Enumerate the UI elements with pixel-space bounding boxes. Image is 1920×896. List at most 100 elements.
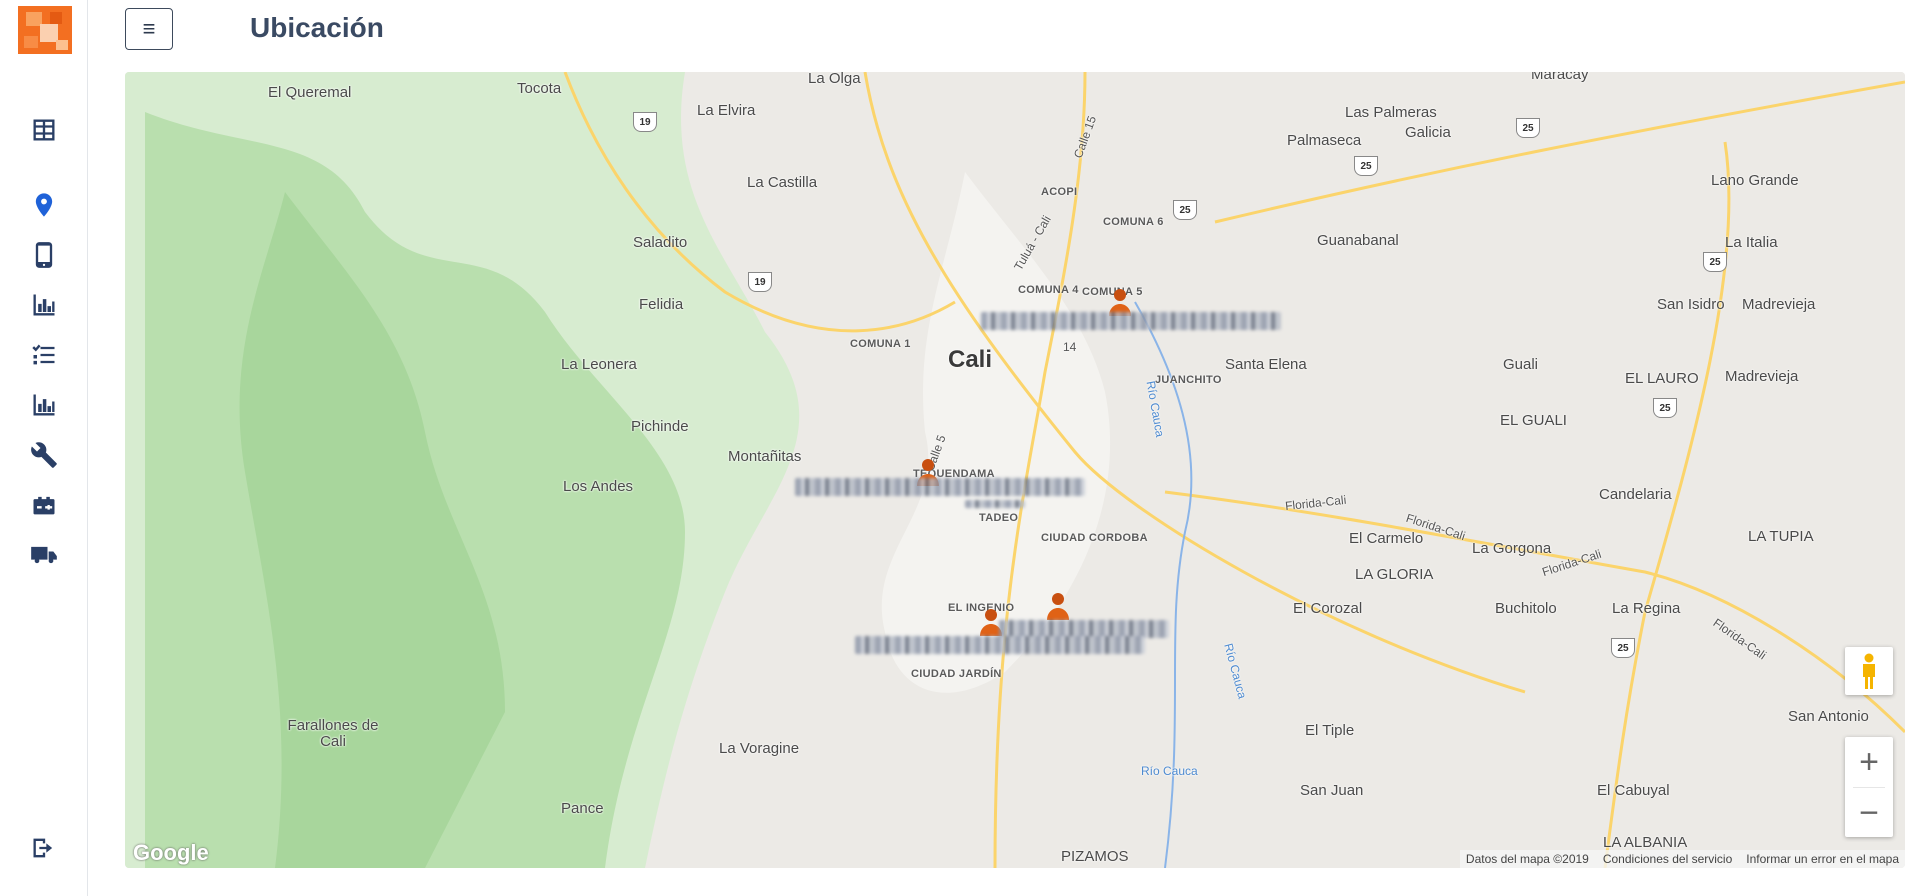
route-shield-icon: 25 bbox=[1516, 118, 1540, 138]
map-place-label: Buchitolo bbox=[1495, 600, 1557, 617]
company-logo bbox=[18, 6, 72, 54]
map-place-label: LA ALBANIA bbox=[1603, 834, 1688, 851]
map-place-label: Tocota bbox=[517, 80, 562, 97]
map-place-label: Montañitas bbox=[728, 448, 802, 465]
hamburger-icon: ≡ bbox=[142, 16, 156, 41]
map-district-label: COMUNA 1 bbox=[850, 338, 911, 350]
route-shield-icon: 19 bbox=[633, 112, 657, 132]
map-place-label: Lano Grande bbox=[1711, 172, 1799, 189]
map-place-label: Candelaria bbox=[1599, 486, 1672, 503]
route-shield-icon: 25 bbox=[1653, 398, 1677, 418]
map-place-label: Madrevieja bbox=[1742, 296, 1816, 313]
route-shield-icon: 25 bbox=[1703, 252, 1727, 272]
pegman-icon bbox=[1863, 653, 1875, 689]
map-place-label: EL GUALI bbox=[1500, 412, 1567, 429]
map-data-attribution: Datos del mapa ©2019 bbox=[1465, 852, 1589, 866]
map-district-label: TADEO bbox=[979, 512, 1019, 524]
checklist-icon bbox=[32, 344, 55, 365]
sidebar-item-maintenance[interactable] bbox=[28, 439, 60, 471]
map-place-label: Maracay bbox=[1531, 72, 1589, 83]
map-place-label: EL LAURO bbox=[1625, 370, 1699, 387]
map-place-label: La Leonera bbox=[561, 356, 637, 373]
map-place-label: La Elvira bbox=[697, 102, 756, 119]
menu-toggle-button[interactable]: ≡ bbox=[125, 8, 173, 50]
map-place-label: Santa Elena bbox=[1225, 356, 1307, 373]
map-river-label: Río Cauca bbox=[1141, 764, 1198, 778]
bar-chart-icon bbox=[33, 394, 55, 416]
map-place-label: Pance bbox=[561, 800, 604, 817]
map-place-label: El Carmelo bbox=[1349, 530, 1424, 547]
page-header: ≡ Ubicación bbox=[88, 0, 1920, 66]
redacted-marker-label bbox=[965, 500, 1025, 508]
map-place-label: La Italia bbox=[1725, 234, 1778, 251]
map-district-label: CIUDAD CORDOBA bbox=[1041, 532, 1148, 544]
map-place-label: El Cabuyal bbox=[1597, 782, 1670, 799]
map-place-label: Madrevieja bbox=[1725, 368, 1799, 385]
route-shield-icon: 25 bbox=[1611, 638, 1635, 658]
sidebar-item-devices[interactable] bbox=[28, 239, 60, 271]
sidebar-item-location[interactable] bbox=[28, 189, 60, 221]
page-title: Ubicación bbox=[250, 12, 384, 43]
map-city-label: Cali bbox=[948, 346, 993, 373]
truck-icon bbox=[31, 546, 57, 564]
map-park-label: Farallones de Cali bbox=[287, 717, 379, 750]
sidebar bbox=[0, 0, 88, 896]
map-place-label: Pichinde bbox=[631, 418, 689, 435]
map-district-label: CIUDAD JARDÍN bbox=[911, 668, 1002, 680]
map-place-label: Guali bbox=[1503, 356, 1539, 373]
bar-chart-icon bbox=[33, 294, 55, 316]
redacted-marker-label bbox=[855, 636, 1145, 654]
route-shield-icon: 19 bbox=[748, 272, 772, 292]
sidebar-item-tasks[interactable] bbox=[28, 339, 60, 371]
map-place-label: PIZAMOS bbox=[1061, 848, 1129, 865]
map-place-label: Galicia bbox=[1405, 124, 1451, 141]
map-district-label: COMUNA 4 bbox=[1018, 284, 1079, 296]
map-district-label: ACOPI bbox=[1041, 186, 1078, 198]
redacted-marker-label bbox=[981, 312, 1281, 330]
sidebar-logout[interactable] bbox=[28, 832, 60, 864]
map-place-label: Palmaseca bbox=[1287, 132, 1362, 149]
map-terrain bbox=[125, 72, 1905, 868]
logout-icon bbox=[33, 838, 53, 858]
technician-marker-icon[interactable] bbox=[1043, 590, 1073, 622]
sidebar-item-statistics[interactable] bbox=[28, 389, 60, 421]
map-district-label: JUANCHITO bbox=[1155, 374, 1222, 386]
sidebar-item-batteries[interactable] bbox=[28, 489, 60, 521]
map-place-label: Las Palmeras bbox=[1345, 104, 1437, 121]
map-place-label: Los Andes bbox=[563, 478, 634, 495]
map-place-label: San Antonio bbox=[1788, 708, 1869, 725]
route-shield-icon: 25 bbox=[1354, 156, 1378, 176]
zoom-out-button[interactable]: − bbox=[1845, 788, 1893, 838]
sidebar-item-dashboard[interactable] bbox=[28, 114, 60, 146]
sidebar-item-reports[interactable] bbox=[28, 289, 60, 321]
location-pin-icon bbox=[35, 193, 53, 217]
map-place-label: Felidia bbox=[639, 296, 684, 313]
map-place-label: Guanabanal bbox=[1317, 232, 1399, 249]
map-place-label: La Regina bbox=[1612, 600, 1681, 617]
map-place-label: LA TUPIA bbox=[1748, 528, 1814, 545]
google-logo: Google bbox=[133, 840, 209, 865]
map-place-label: La Olga bbox=[808, 72, 861, 87]
terms-link[interactable]: Condiciones del servicio bbox=[1603, 852, 1732, 866]
sidebar-item-vehicles[interactable] bbox=[28, 539, 60, 571]
table-icon bbox=[33, 119, 55, 141]
map-view[interactable]: El Queremal Tocota La Olga La Elvira La … bbox=[125, 72, 1905, 868]
street-view-pegman[interactable] bbox=[1845, 647, 1893, 695]
map-attribution: Datos del mapa ©2019 Condiciones del ser… bbox=[1459, 850, 1905, 868]
zoom-in-button[interactable]: + bbox=[1845, 737, 1893, 787]
zoom-controls: + − bbox=[1845, 737, 1893, 837]
mobile-phone-icon bbox=[35, 242, 53, 268]
map-place-label: San Isidro bbox=[1657, 296, 1725, 313]
map-place-label: LA GLORIA bbox=[1355, 566, 1434, 583]
map-place-label: El Queremal bbox=[268, 84, 352, 101]
map-place-label: El Tiple bbox=[1305, 722, 1355, 739]
map-road-label: 14 bbox=[1063, 340, 1077, 354]
report-error-link[interactable]: Informar un error en el mapa bbox=[1746, 852, 1899, 866]
redacted-marker-label bbox=[795, 478, 1085, 496]
map-place-label: El Corozal bbox=[1293, 600, 1363, 617]
map-place-label: La Castilla bbox=[747, 174, 818, 191]
map-place-label: La Gorgona bbox=[1472, 540, 1552, 557]
route-shield-icon: 25 bbox=[1173, 200, 1197, 220]
map-place-label: San Juan bbox=[1300, 782, 1364, 799]
map-place-label: La Voragine bbox=[719, 740, 800, 757]
